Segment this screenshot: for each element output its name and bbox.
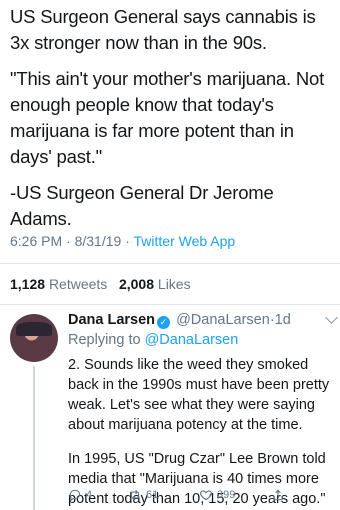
share-icon — [273, 489, 283, 501]
retweet-action[interactable]: 61 — [128, 488, 158, 502]
retweets-stat[interactable]: 1,128 Retweets — [10, 276, 107, 292]
avatar-hat-shape — [16, 322, 52, 336]
share-action[interactable] — [271, 488, 285, 502]
verified-badge-icon: ✓ — [157, 316, 171, 329]
tweet-text-paragraph-1: US Surgeon General says cannabis is 3x s… — [10, 6, 316, 53]
reply-action[interactable]: 4 — [68, 488, 92, 502]
tweet-body: US Surgeon General says cannabis is 3x s… — [10, 4, 336, 232]
replying-to: Replying to @DanaLarsen — [68, 331, 330, 349]
like-count: 399 — [217, 489, 236, 501]
likes-count: 2,008 — [118, 276, 155, 292]
like-action[interactable]: 399 — [199, 488, 235, 502]
reply-tweet[interactable]: Dana Larsen ✓ @DanaLarsen·1d Replying to … — [68, 311, 338, 509]
replying-to-handle[interactable]: @DanaLarsen — [145, 332, 239, 348]
reply-actions: 4 61 399 — [68, 488, 298, 506]
reply-text-paragraph-1: 2. Sounds like the weed they smoked back… — [68, 357, 330, 433]
reply-header: Dana Larsen ✓ @DanaLarsen·1d — [68, 311, 338, 329]
thread-line — [33, 366, 35, 510]
likes-stat[interactable]: 2,008 Likes — [119, 276, 191, 292]
reply-count: 4 — [86, 489, 93, 501]
retweets-label: Retweets — [48, 276, 108, 292]
retweet-icon — [130, 489, 140, 501]
avatar[interactable] — [10, 314, 58, 362]
meta-separator: · — [66, 233, 71, 249]
tweet-meta: 6:26 PM · 8/31/19 · Twitter Web App — [10, 233, 235, 249]
tweet-source[interactable]: Twitter Web App — [134, 233, 236, 249]
reply-author-handle[interactable]: @DanaLarsen — [176, 312, 270, 328]
meta-separator: · — [125, 233, 130, 249]
tweet-text-paragraph-3: -US Surgeon General Dr Jerome Adams. — [10, 182, 274, 229]
chevron-down-icon[interactable] — [325, 311, 338, 324]
tweet-text-paragraph-2: "This ain't your mother's marijuana. Not… — [10, 68, 325, 167]
reply-age[interactable]: 1d — [275, 312, 291, 328]
replying-prefix: Replying to — [68, 332, 141, 348]
retweets-count: 1,128 — [10, 276, 46, 292]
reply-icon — [69, 489, 81, 502]
retweet-count: 61 — [146, 489, 159, 501]
tweet-date[interactable]: 8/31/19 — [75, 233, 122, 249]
likes-label: Likes — [157, 276, 191, 292]
reply-author-name[interactable]: Dana Larsen — [68, 312, 155, 328]
divider — [0, 263, 340, 264]
like-icon — [199, 490, 213, 501]
tweet-time[interactable]: 6:26 PM — [10, 233, 62, 249]
divider — [0, 304, 340, 305]
tweet-stats: 1,128 Retweets 2,008 Likes — [10, 276, 191, 292]
